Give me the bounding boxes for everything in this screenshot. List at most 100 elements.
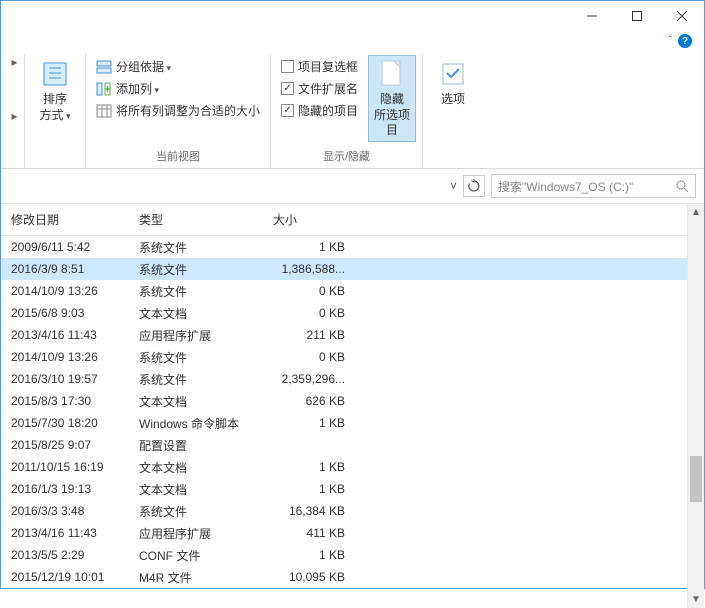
cell-size: 2,359,296... xyxy=(263,372,355,386)
cell-size: 1 KB xyxy=(263,416,355,430)
refresh-button[interactable] xyxy=(463,175,485,197)
cell-date: 2015/7/30 18:20 xyxy=(1,416,129,430)
size-columns-label: 将所有列调整为合适的大小 xyxy=(116,102,260,119)
address-bar-row: ˅ 搜索"Windows7_OS (C:)" xyxy=(1,169,704,203)
column-headers: 修改日期 类型 大小 xyxy=(1,204,687,236)
cell-type: 文本文档 xyxy=(129,305,263,322)
cell-type: 配置设置 xyxy=(129,437,263,454)
table-row[interactable]: 2013/4/16 11:43应用程序扩展211 KB xyxy=(1,324,687,346)
table-row[interactable]: 2013/5/5 2:29CONF 文件1 KB xyxy=(1,544,687,566)
table-row[interactable]: 2009/6/11 5:42系统文件1 KB xyxy=(1,236,687,258)
add-column-icon xyxy=(96,81,112,97)
chevron-right-icon[interactable]: ▸ xyxy=(11,55,17,69)
file-list: 修改日期 类型 大小 2009/6/11 5:42系统文件1 KB2016/3/… xyxy=(1,204,687,608)
cell-type: 文本文档 xyxy=(129,481,263,498)
cell-date: 2011/10/15 16:19 xyxy=(1,460,129,474)
add-column-button[interactable]: 添加列 xyxy=(92,79,264,98)
cell-type: 系统文件 xyxy=(129,261,263,278)
chevron-right-icon[interactable]: ▸ xyxy=(11,109,17,123)
search-input[interactable]: 搜索"Windows7_OS (C:)" xyxy=(491,174,696,198)
group-show-hide-label: 显示/隐藏 xyxy=(277,146,416,168)
cell-size: 1 KB xyxy=(263,460,355,474)
sort-button[interactable]: 排序 方式 xyxy=(31,55,79,126)
file-extensions-label: 文件扩展名 xyxy=(298,80,358,97)
cell-size: 1 KB xyxy=(263,482,355,496)
cell-date: 2016/3/10 19:57 xyxy=(1,372,129,386)
size-all-columns-button[interactable]: 将所有列调整为合适的大小 xyxy=(92,101,264,120)
main-area: 修改日期 类型 大小 2009/6/11 5:42系统文件1 KB2016/3/… xyxy=(1,203,704,608)
table-row[interactable]: 2014/10/9 13:26系统文件0 KB xyxy=(1,346,687,368)
group-by-icon xyxy=(96,59,112,75)
table-row[interactable]: 2015/12/19 10:01M4R 文件10,095 KB xyxy=(1,566,687,588)
cell-size: 0 KB xyxy=(263,306,355,320)
table-row[interactable]: 2011/10/15 16:19文本文档1 KB xyxy=(1,456,687,478)
help-row: ˆ ? xyxy=(1,31,704,51)
maximize-button[interactable] xyxy=(614,1,659,31)
close-button[interactable] xyxy=(659,1,704,31)
close-icon xyxy=(677,11,687,21)
ribbon: ▸ ▸ 排序 方式 分组依据 xyxy=(1,51,704,169)
ribbon-group-current-view: 分组依据 添加列 将所有列调整为合适的大小 当前视图 xyxy=(86,53,271,168)
cell-date: 2015/6/8 9:03 xyxy=(1,306,129,320)
group-by-button[interactable]: 分组依据 xyxy=(92,57,264,76)
table-row[interactable]: 2016/3/3 3:48系统文件16,384 KB xyxy=(1,500,687,522)
path-dropdown-icon[interactable]: ˅ xyxy=(450,179,457,193)
sort-label1: 排序 xyxy=(43,92,67,108)
options-button[interactable]: 选项 xyxy=(429,55,477,111)
table-row[interactable]: 2015/6/8 9:03文本文档0 KB xyxy=(1,302,687,324)
minimize-button[interactable] xyxy=(569,1,614,31)
hide-selected-label2: 所选项目 xyxy=(371,108,413,139)
table-row[interactable]: 2016/3/10 19:57系统文件2,359,296... xyxy=(1,368,687,390)
help-icon[interactable]: ? xyxy=(678,34,692,48)
cell-size: 10,095 KB xyxy=(263,570,355,584)
table-row[interactable]: 2013/4/16 11:43应用程序扩展411 KB xyxy=(1,522,687,544)
cell-date: 2016/3/3 3:48 xyxy=(1,504,129,518)
table-row[interactable]: 2015/8/3 17:30文本文档626 KB xyxy=(1,390,687,412)
cell-date: 2014/10/9 13:26 xyxy=(1,284,129,298)
hidden-items-toggle[interactable]: ✓ 隐藏的项目 xyxy=(277,101,362,120)
cell-size: 0 KB xyxy=(263,350,355,364)
options-label: 选项 xyxy=(441,92,465,108)
group-options-label xyxy=(429,162,477,168)
table-row[interactable]: 2016/3/9 8:51系统文件1,386,588... xyxy=(1,258,687,280)
column-size-header[interactable]: 大小 xyxy=(263,204,355,235)
group-current-view-label: 当前视图 xyxy=(92,146,264,168)
cell-size: 411 KB xyxy=(263,526,355,540)
refresh-icon xyxy=(467,179,481,193)
cell-date: 2009/6/11 5:42 xyxy=(1,240,129,254)
vertical-scrollbar[interactable]: ▲ ▼ xyxy=(687,204,704,608)
hide-selected-label1: 隐藏 xyxy=(380,92,404,108)
item-checkboxes-toggle[interactable]: 项目复选框 xyxy=(277,57,362,76)
search-icon xyxy=(676,180,689,193)
cell-type: 应用程序扩展 xyxy=(129,327,263,344)
table-row[interactable]: 2016/1/3 19:13文本文档1 KB xyxy=(1,478,687,500)
cell-type: M4R 文件 xyxy=(129,569,263,586)
file-extensions-toggle[interactable]: ✓ 文件扩展名 xyxy=(277,79,362,98)
cell-size: 211 KB xyxy=(263,328,355,342)
ribbon-group-options: 选项 xyxy=(423,53,483,168)
sort-label2: 方式 xyxy=(39,108,70,124)
sort-icon xyxy=(39,58,71,90)
scroll-thumb[interactable] xyxy=(690,456,702,502)
cell-type: 文本文档 xyxy=(129,459,263,476)
table-row[interactable]: 2015/7/30 18:20Windows 命令脚本1 KB xyxy=(1,412,687,434)
hide-selected-button[interactable]: 隐藏 所选项目 xyxy=(368,55,416,142)
cell-date: 2016/1/3 19:13 xyxy=(1,482,129,496)
collapse-ribbon-icon[interactable]: ˆ xyxy=(668,35,672,47)
item-checkboxes-label: 项目复选框 xyxy=(298,58,358,75)
scroll-down-icon[interactable]: ▼ xyxy=(688,591,704,608)
cell-type: 系统文件 xyxy=(129,239,263,256)
scroll-up-icon[interactable]: ▲ xyxy=(688,204,704,221)
cell-type: 系统文件 xyxy=(129,503,263,520)
table-row[interactable]: 2015/8/25 9:07配置设置 xyxy=(1,434,687,456)
options-icon xyxy=(437,58,469,90)
column-type-header[interactable]: 类型 xyxy=(129,204,263,235)
table-row[interactable]: 2014/10/9 13:26系统文件0 KB xyxy=(1,280,687,302)
titlebar xyxy=(1,1,704,31)
cell-date: 2015/12/19 10:01 xyxy=(1,570,129,584)
ribbon-group-show-hide: 项目复选框 ✓ 文件扩展名 ✓ 隐藏的项目 隐藏 所选项目 显示/隐藏 xyxy=(271,53,423,168)
cell-size: 1,386,588... xyxy=(263,262,355,276)
column-date-header[interactable]: 修改日期 xyxy=(1,204,129,235)
cell-type: 系统文件 xyxy=(129,371,263,388)
cell-type: Windows 命令脚本 xyxy=(129,415,263,432)
